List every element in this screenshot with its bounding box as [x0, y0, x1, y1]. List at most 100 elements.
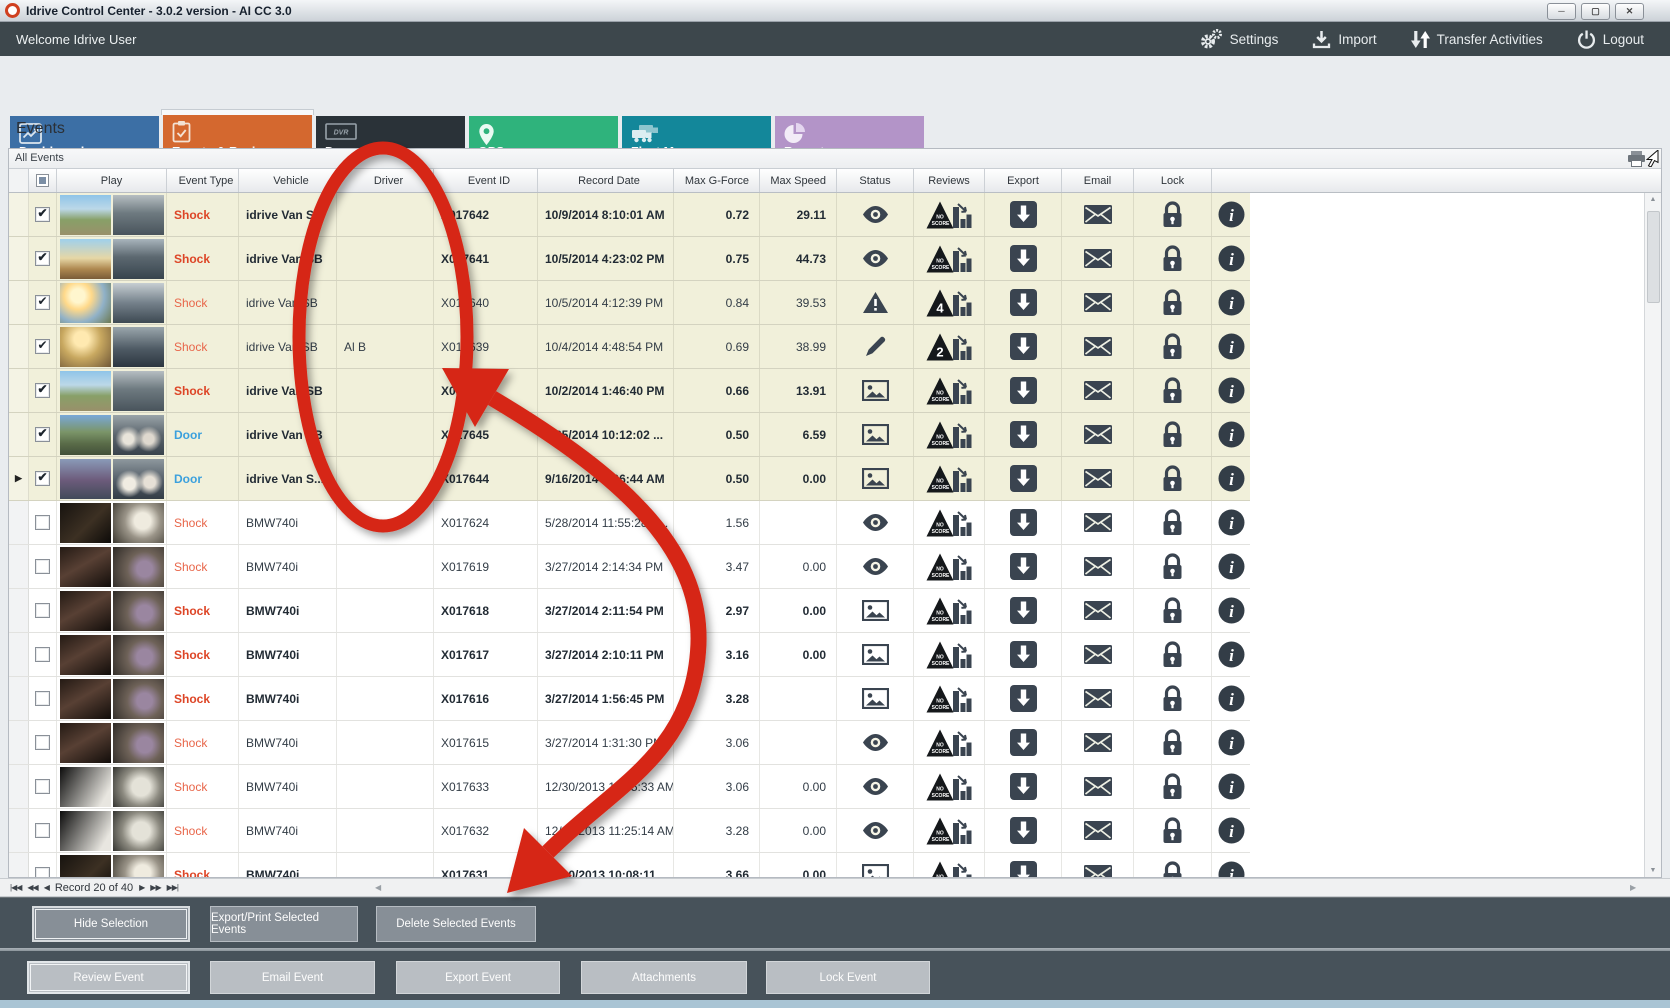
forward-records-icon[interactable]: ▶▶: [150, 883, 160, 892]
lock-icon[interactable]: [1162, 597, 1183, 624]
export-icon[interactable]: [1010, 377, 1037, 404]
table-row[interactable]: ✔Shockidrive Van SBAl BX01763910/4/2014 …: [9, 325, 1250, 369]
lock-icon[interactable]: [1162, 641, 1183, 668]
column-header-lock[interactable]: Lock: [1134, 169, 1212, 192]
review-score-badge[interactable]: NOSCORE: [926, 640, 972, 670]
event-thumbnail[interactable]: [57, 237, 167, 280]
review-score-badge[interactable]: NOSCORE: [926, 376, 972, 406]
last-record-icon[interactable]: ▶▶|: [167, 883, 178, 892]
email-icon[interactable]: [1084, 205, 1112, 224]
row-checkbox[interactable]: [35, 515, 50, 530]
row-checkbox[interactable]: ✔: [35, 251, 50, 266]
previous-record-icon[interactable]: ◀: [44, 883, 49, 892]
review-score-badge[interactable]: NOSCORE: [926, 244, 972, 274]
menu-action-import[interactable]: Import: [1312, 29, 1376, 49]
menu-action-transfer-activities[interactable]: Transfer Activities: [1411, 29, 1543, 49]
menu-action-settings[interactable]: Settings: [1199, 29, 1279, 49]
event-thumbnail[interactable]: [57, 809, 167, 852]
export-icon[interactable]: [1010, 685, 1037, 712]
table-row[interactable]: ShockBMW740iX01763112/30/2013 10:08:11 .…: [9, 853, 1250, 877]
export-icon[interactable]: [1010, 245, 1037, 272]
lock-icon[interactable]: [1162, 465, 1183, 492]
table-row[interactable]: ShockBMW740iX0176163/27/2014 1:56:45 PM3…: [9, 677, 1250, 721]
table-row[interactable]: ShockBMW740iX0176183/27/2014 2:11:54 PM2…: [9, 589, 1250, 633]
lock-icon[interactable]: [1162, 509, 1183, 536]
export-event-button[interactable]: Export Event: [396, 961, 560, 994]
review-score-badge[interactable]: NOSCORE: [926, 200, 972, 230]
export-icon[interactable]: [1010, 861, 1037, 877]
row-checkbox[interactable]: [35, 559, 50, 574]
table-row[interactable]: ShockBMW740iX0176153/27/2014 1:31:30 PM3…: [9, 721, 1250, 765]
scroll-up-icon[interactable]: ▲: [1645, 196, 1661, 203]
review-score-badge[interactable]: 2: [926, 332, 972, 362]
export-icon[interactable]: [1010, 553, 1037, 580]
delete-selected-events-button[interactable]: Delete Selected Events: [376, 906, 536, 942]
email-icon[interactable]: [1084, 337, 1112, 356]
export-icon[interactable]: [1010, 465, 1037, 492]
minimize-button[interactable]: ─: [1547, 3, 1576, 20]
table-row[interactable]: ShockBMW740iX0176245/28/2014 11:55:28 A.…: [9, 501, 1250, 545]
email-icon[interactable]: [1084, 513, 1112, 532]
table-row[interactable]: ShockBMW740iX01763212/30/2013 11:25:14 A…: [9, 809, 1250, 853]
export-icon[interactable]: [1010, 597, 1037, 624]
event-thumbnail[interactable]: [57, 677, 167, 720]
export-icon[interactable]: [1010, 421, 1037, 448]
email-icon[interactable]: [1084, 689, 1112, 708]
info-icon[interactable]: i: [1218, 509, 1245, 536]
event-thumbnail[interactable]: [57, 589, 167, 632]
info-icon[interactable]: i: [1218, 729, 1245, 756]
lock-icon[interactable]: [1162, 421, 1183, 448]
column-header-max-g-force[interactable]: Max G-Force: [674, 169, 760, 192]
review-score-badge[interactable]: NOSCORE: [926, 508, 972, 538]
lock-icon[interactable]: [1162, 245, 1183, 272]
table-row[interactable]: ▶✔Dooridrive Van S...X0176449/16/2014 8:…: [9, 457, 1250, 501]
export-icon[interactable]: [1010, 333, 1037, 360]
table-row[interactable]: ✔Shockidrive Van SBX01764310/2/2014 1:46…: [9, 369, 1250, 413]
lock-icon[interactable]: [1162, 729, 1183, 756]
email-icon[interactable]: [1084, 601, 1112, 620]
event-thumbnail[interactable]: [57, 765, 167, 808]
table-row[interactable]: ✔Shockidrive Van SBX01764110/5/2014 4:23…: [9, 237, 1250, 281]
review-score-badge[interactable]: NOSCORE: [926, 816, 972, 846]
review-score-badge[interactable]: NOSCORE: [926, 464, 972, 494]
hscroll-left-icon[interactable]: ◀: [375, 883, 381, 892]
table-row[interactable]: ShockBMW740iX01763312/30/2013 11:45:33 A…: [9, 765, 1250, 809]
info-icon[interactable]: i: [1218, 201, 1245, 228]
lock-icon[interactable]: [1162, 201, 1183, 228]
export-print-selected-events-button[interactable]: Export/Print Selected Events: [210, 906, 358, 942]
row-checkbox[interactable]: [35, 735, 50, 750]
email-icon[interactable]: [1084, 469, 1112, 488]
table-row[interactable]: ✔Shockidrive Van SBX01764010/5/2014 4:12…: [9, 281, 1250, 325]
email-icon[interactable]: [1084, 821, 1112, 840]
lock-icon[interactable]: [1162, 553, 1183, 580]
lock-event-button[interactable]: Lock Event: [766, 961, 930, 994]
event-thumbnail[interactable]: [57, 501, 167, 544]
column-header-selector[interactable]: [9, 169, 29, 192]
email-event-button[interactable]: Email Event: [210, 961, 375, 994]
row-checkbox[interactable]: ✔: [35, 207, 50, 222]
export-icon[interactable]: [1010, 509, 1037, 536]
table-row[interactable]: ShockBMW740iX0176173/27/2014 2:10:11 PM3…: [9, 633, 1250, 677]
email-icon[interactable]: [1084, 733, 1112, 752]
lock-icon[interactable]: [1162, 861, 1183, 877]
row-checkbox[interactable]: [35, 647, 50, 662]
row-checkbox[interactable]: [35, 603, 50, 618]
event-thumbnail[interactable]: [57, 545, 167, 588]
email-icon[interactable]: [1084, 557, 1112, 576]
review-score-badge[interactable]: NOSCORE: [926, 860, 972, 878]
column-header-export[interactable]: Export: [985, 169, 1062, 192]
header-checkbox-icon[interactable]: [36, 174, 49, 187]
review-event-button[interactable]: Review Event: [27, 961, 190, 994]
column-header-event-type[interactable]: Event Type: [167, 169, 239, 192]
info-icon[interactable]: i: [1218, 597, 1245, 624]
column-header-email[interactable]: Email: [1062, 169, 1134, 192]
table-row[interactable]: ✔Dooridrive Van SBX0176459/25/2014 10:12…: [9, 413, 1250, 457]
event-thumbnail[interactable]: [57, 721, 167, 764]
row-checkbox[interactable]: [35, 867, 50, 877]
email-icon[interactable]: [1084, 381, 1112, 400]
close-button[interactable]: ✕: [1615, 3, 1644, 20]
rewind-records-icon[interactable]: ◀◀: [27, 883, 37, 892]
column-header-status[interactable]: Status: [837, 169, 914, 192]
info-icon[interactable]: i: [1218, 421, 1245, 448]
review-score-badge[interactable]: NOSCORE: [926, 420, 972, 450]
